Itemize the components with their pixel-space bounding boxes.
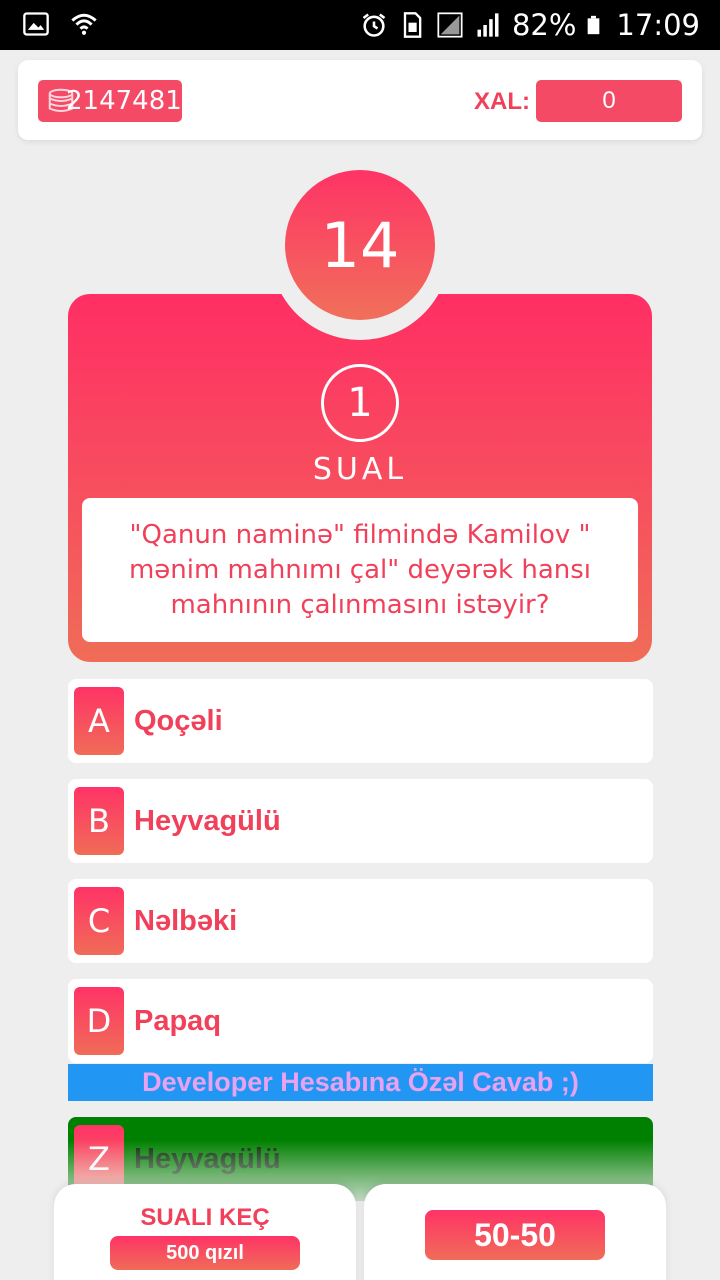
question-box: "Qanun naminə" filmində Kamilov " mənim … (82, 498, 638, 642)
answer-text: Nəlbəki (134, 904, 238, 937)
answer-letter: B (74, 787, 124, 855)
battery-icon (588, 15, 600, 35)
question-label: SUAL (312, 452, 408, 487)
score-value: 0 (536, 80, 682, 122)
sim-icon (403, 12, 422, 38)
signal-icon (477, 13, 499, 37)
fifty-fifty-card: 50-50 (364, 1184, 666, 1280)
signal-icon (437, 12, 463, 38)
answer-option-a[interactable]: A Qoçəli (68, 679, 653, 763)
score-label: XAL: (474, 88, 530, 115)
question-text: "Qanun naminə" filmində Kamilov " mənim … (128, 519, 592, 620)
question-number: 1 (321, 364, 399, 442)
battery-percent: 82% (511, 8, 577, 42)
countdown-timer: 14 (285, 170, 435, 320)
answer-option-d[interactable]: D Papaq (68, 979, 653, 1063)
header-card: 2147481 XAL: 0 (18, 60, 702, 140)
answer-letter: C (74, 887, 124, 955)
answer-letter: A (74, 687, 124, 755)
coins-value: 2147481 (66, 86, 182, 116)
clock: 17:09 (616, 8, 700, 42)
answer-text: Heyvagülü (134, 804, 281, 837)
image-icon (23, 12, 49, 36)
answer-option-c[interactable]: C Nəlbəki (68, 879, 653, 963)
skip-question-label: SUALI KEÇ (140, 1204, 270, 1231)
alarm-icon (362, 13, 386, 37)
developer-banner: Developer Hesabına Özəl Cavab ;) (68, 1064, 653, 1101)
answer-letter: D (74, 987, 124, 1055)
skip-cost-badge: 500 qızıl (110, 1236, 300, 1270)
skip-question-button[interactable]: SUALI KEÇ 500 qızıl (54, 1184, 356, 1280)
answer-text: Qoçəli (134, 704, 223, 737)
status-bar: 82% 17:09 (0, 0, 720, 50)
coins-badge[interactable]: 2147481 (38, 80, 182, 122)
answer-text: Papaq (134, 1004, 222, 1037)
fifty-fifty-button[interactable]: 50-50 (425, 1210, 605, 1260)
answer-option-b[interactable]: B Heyvagülü (68, 779, 653, 863)
wifi-icon (71, 13, 97, 35)
